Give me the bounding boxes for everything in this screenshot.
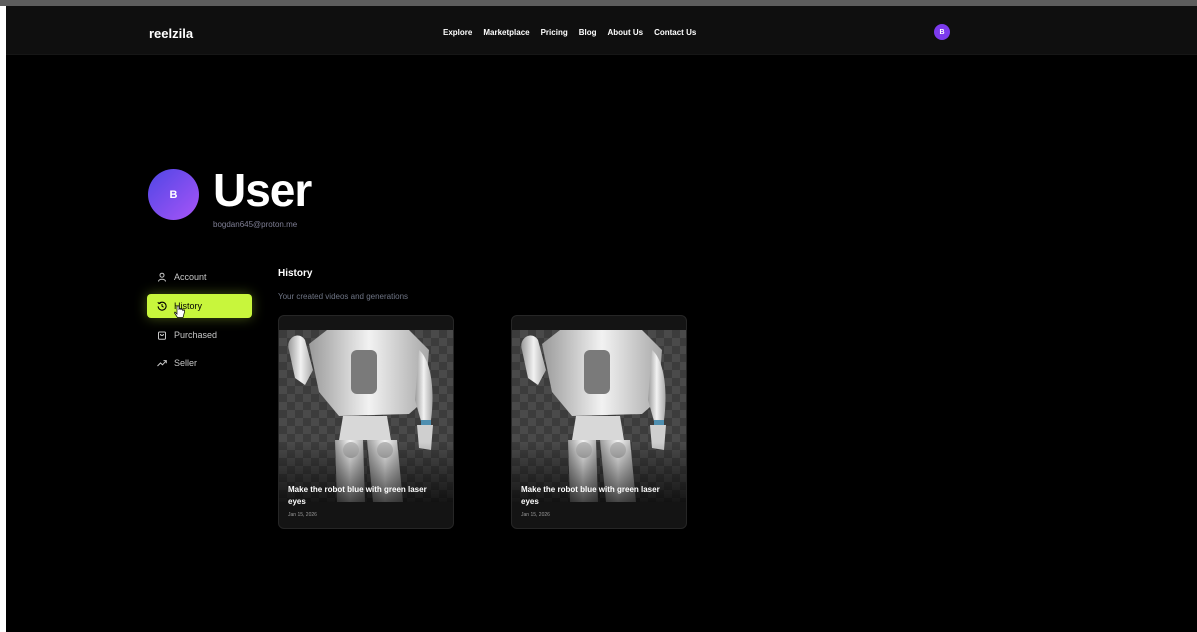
nav-link-about[interactable]: About Us [608,28,644,37]
brand-logo[interactable]: reelzila [149,26,193,41]
nav-links: Explore Marketplace Pricing Blog About U… [443,28,696,37]
profile-name: User [213,164,312,216]
sidebar-item-purchased[interactable]: Purchased [147,323,252,347]
nav-link-blog[interactable]: Blog [579,28,597,37]
history-card[interactable]: Make the robot blue with green laser eye… [278,315,454,529]
user-avatar-button[interactable]: B [934,24,950,40]
sidebar-item-account[interactable]: Account [147,265,252,289]
bag-icon [158,331,166,340]
nav-link-pricing[interactable]: Pricing [541,28,568,37]
video-thumbnail [279,330,453,502]
video-thumbnail [512,330,686,502]
sidebar-item-label: Account [174,272,207,282]
history-card[interactable]: Make the robot blue with green laser eye… [511,315,687,529]
nav-link-contact[interactable]: Contact Us [654,28,696,37]
card-title: Make the robot blue with green laser eye… [288,485,427,506]
trend-icon [157,360,167,367]
nav-link-marketplace[interactable]: Marketplace [483,28,529,37]
history-icon [157,301,167,311]
profile-avatar: B [148,169,199,220]
sidebar-item-seller[interactable]: Seller [147,351,252,375]
card-date: Jan 15, 2026 [288,512,317,518]
sidebar-item-label: Purchased [174,330,218,340]
mouse-cursor-icon [174,305,185,318]
nav-link-explore[interactable]: Explore [443,28,472,37]
section-subtitle: Your created videos and generations [278,292,409,301]
section-title: History [278,268,313,279]
user-icon [158,272,166,282]
card-title: Make the robot blue with green laser eye… [521,485,660,506]
sidebar-item-label: Seller [174,358,198,368]
profile-email: bogdan645@proton.me [213,220,298,229]
page-viewport: reelzila Explore Marketplace Pricing Blo… [6,6,1197,632]
card-date: Jan 15, 2026 [521,512,550,518]
sidebar-item-history[interactable]: History [147,294,252,318]
navbar: reelzila Explore Marketplace Pricing Blo… [6,6,1197,55]
